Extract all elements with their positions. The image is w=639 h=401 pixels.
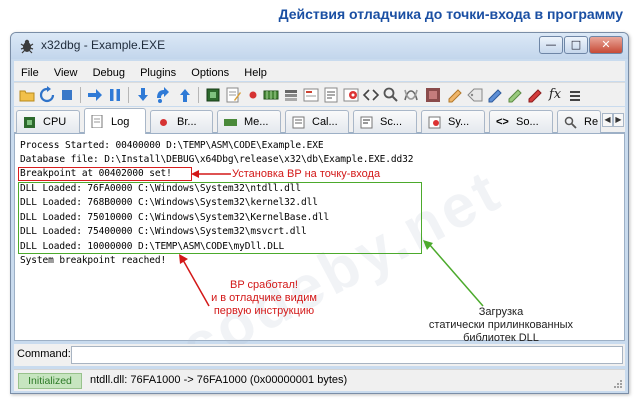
maximize-button[interactable]: □ bbox=[564, 36, 588, 54]
breakpoint-highlight-box bbox=[18, 167, 192, 181]
menu-help[interactable]: Help bbox=[239, 64, 272, 82]
log-view[interactable]: codeby.net Process Started: 00400000 D:\… bbox=[14, 133, 625, 381]
menu-plugins[interactable]: Plugins bbox=[135, 64, 181, 82]
memory-map-icon[interactable] bbox=[262, 86, 280, 104]
arrow-left-icon bbox=[191, 170, 231, 178]
log-line: Database file: D:\Install\DEBUG\x64Dbg\r… bbox=[20, 154, 414, 165]
search-icon bbox=[564, 116, 577, 129]
debugger-window: x32dbg - Example.EXE — □ ✕ File View Deb… bbox=[10, 32, 629, 394]
tab-breakpoints[interactable]: Br... bbox=[150, 110, 213, 133]
tab-scroll-left-button[interactable]: ◀ bbox=[602, 113, 613, 127]
call-stack-icon bbox=[292, 116, 305, 129]
call-stack-icon[interactable] bbox=[282, 86, 300, 104]
tab-memory-map[interactable]: Me... bbox=[217, 110, 281, 133]
dll-load-highlight-box bbox=[18, 182, 422, 254]
open-folder-icon[interactable] bbox=[18, 86, 36, 104]
tab-call-stack[interactable]: Cal... bbox=[285, 110, 349, 133]
toolbar: fx bbox=[14, 82, 625, 106]
minimize-button[interactable]: — bbox=[539, 36, 563, 54]
log-icon bbox=[91, 115, 103, 128]
title-bar[interactable]: x32dbg - Example.EXE — □ ✕ bbox=[11, 33, 628, 59]
highlight-icon[interactable] bbox=[526, 86, 544, 104]
patches-icon[interactable] bbox=[424, 86, 442, 104]
restart-icon[interactable] bbox=[38, 86, 56, 104]
close-icon: ✕ bbox=[601, 38, 611, 51]
tab-cpu[interactable]: CPU bbox=[16, 110, 80, 133]
resize-grip-icon[interactable] bbox=[613, 379, 623, 389]
menu-view[interactable]: View bbox=[49, 64, 83, 82]
labels-icon[interactable] bbox=[466, 86, 484, 104]
command-label: Command: bbox=[17, 348, 71, 360]
execute-till-return-icon[interactable] bbox=[176, 86, 194, 104]
arrow-up-left-icon bbox=[423, 240, 484, 307]
tab-bar: CPU Log Br... Me... Cal... Sc... Sy... <… bbox=[14, 107, 625, 134]
cpu-chip-icon bbox=[24, 117, 35, 128]
menu-file[interactable]: File bbox=[16, 64, 44, 82]
functions-bar-icon[interactable] bbox=[506, 86, 524, 104]
step-over-icon[interactable] bbox=[154, 86, 172, 104]
stop-icon[interactable] bbox=[58, 86, 76, 104]
command-input[interactable] bbox=[71, 346, 623, 364]
source-icon[interactable] bbox=[362, 86, 380, 104]
tab-scroll-right-button[interactable]: ▶ bbox=[613, 113, 624, 127]
tab-log[interactable]: Log bbox=[84, 108, 146, 134]
run-icon[interactable] bbox=[86, 86, 104, 104]
tab-source[interactable]: <> So... bbox=[489, 110, 553, 133]
annotation-static-libs: Загрузка статически прилинкованных библи… bbox=[428, 306, 574, 344]
menu-bar: File View Debug Plugins Options Help bbox=[14, 61, 625, 81]
step-into-icon[interactable] bbox=[134, 86, 152, 104]
command-bar: Command: bbox=[14, 344, 625, 366]
source-icon: <> bbox=[496, 116, 509, 128]
symbols-icon[interactable] bbox=[342, 86, 360, 104]
notes-icon[interactable] bbox=[224, 86, 242, 104]
comments-icon[interactable] bbox=[446, 86, 464, 104]
more-options-icon[interactable] bbox=[566, 86, 584, 104]
functions-icon[interactable]: fx bbox=[546, 86, 564, 104]
log-line: Process Started: 00400000 D:\TEMP\ASM\CO… bbox=[20, 140, 324, 151]
bookmarks-icon[interactable] bbox=[486, 86, 504, 104]
annotation-bp-set: Установка BP на точку-входа bbox=[232, 168, 381, 180]
script-icon bbox=[360, 116, 373, 129]
minimize-icon: — bbox=[545, 38, 557, 51]
pause-icon[interactable] bbox=[106, 86, 124, 104]
status-text: ntdll.dll: 76FA1000 -> 76FA1000 (0x00000… bbox=[90, 374, 348, 386]
log-line: System breakpoint reached! bbox=[20, 255, 167, 266]
script-icon[interactable] bbox=[322, 86, 340, 104]
threads-icon[interactable] bbox=[402, 86, 420, 104]
breakpoint-icon bbox=[160, 119, 167, 126]
cpu-chip-icon[interactable] bbox=[204, 86, 222, 104]
window-title: x32dbg - Example.EXE bbox=[41, 38, 166, 52]
page-heading: Действия отладчика до точки-входа в прог… bbox=[278, 6, 623, 22]
tab-symbols[interactable]: Sy... bbox=[421, 110, 485, 133]
close-button[interactable]: ✕ bbox=[589, 36, 623, 54]
bug-icon bbox=[20, 39, 34, 54]
memory-map-icon bbox=[224, 119, 237, 126]
breakpoint-icon[interactable] bbox=[244, 86, 262, 104]
tab-script[interactable]: Sc... bbox=[353, 110, 417, 133]
symbols-icon bbox=[428, 116, 441, 129]
chevron-right-icon: ▶ bbox=[615, 115, 622, 124]
menu-debug[interactable]: Debug bbox=[88, 64, 130, 82]
maximize-icon: □ bbox=[570, 38, 582, 51]
seh-icon[interactable] bbox=[302, 86, 320, 104]
tab-references[interactable]: Re bbox=[557, 110, 601, 133]
status-badge: Initialized bbox=[18, 373, 82, 389]
status-bar: Initialized ntdll.dll: 76FA1000 -> 76FA1… bbox=[14, 369, 625, 391]
menu-options[interactable]: Options bbox=[186, 64, 234, 82]
chevron-left-icon: ◀ bbox=[604, 115, 611, 124]
annotation-bp-hit: BP сработал! и в отладчике видим первую … bbox=[211, 279, 317, 317]
search-icon[interactable] bbox=[382, 86, 400, 104]
